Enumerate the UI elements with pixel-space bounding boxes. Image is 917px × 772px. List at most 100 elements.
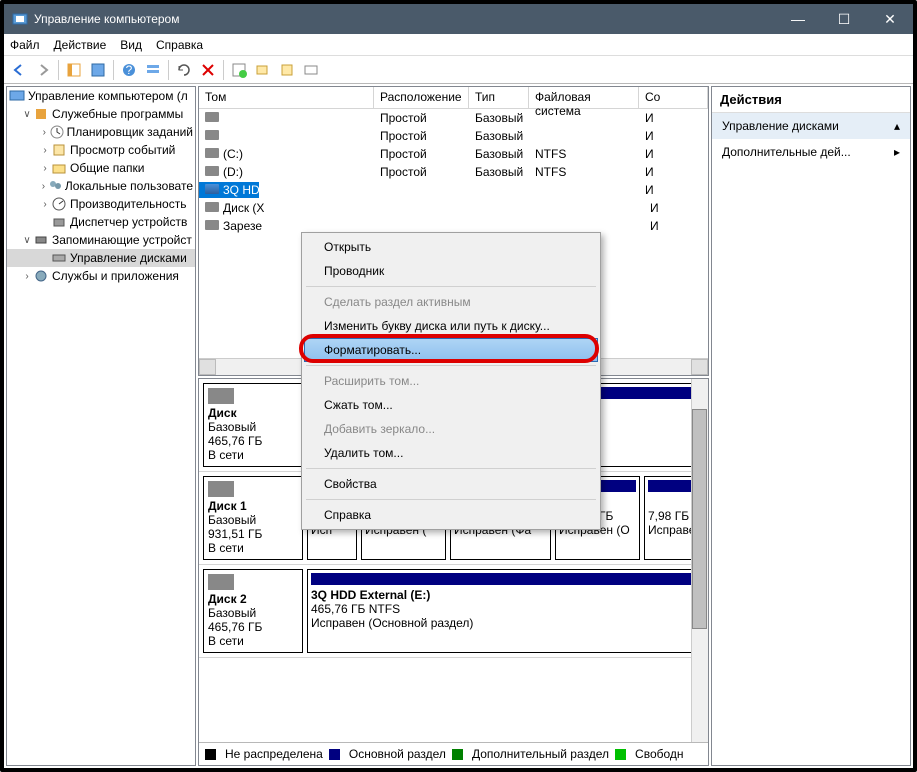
actions-header: Действия bbox=[712, 87, 910, 113]
window-controls: — ☐ ✕ bbox=[775, 4, 913, 34]
expand-icon[interactable]: › bbox=[39, 163, 51, 174]
actions-more[interactable]: Дополнительные дей... ▸ bbox=[712, 139, 910, 165]
cm-format[interactable]: Форматировать... bbox=[304, 338, 598, 362]
create-vol-button[interactable] bbox=[228, 59, 250, 81]
col-status[interactable]: Со bbox=[639, 87, 708, 108]
cm-properties[interactable]: Свойства bbox=[304, 472, 598, 496]
toolbar-separator bbox=[58, 60, 59, 80]
menu-separator bbox=[306, 499, 596, 500]
expand-icon[interactable]: › bbox=[39, 127, 50, 138]
view-button[interactable] bbox=[142, 59, 164, 81]
cm-delete[interactable]: Удалить том... bbox=[304, 441, 598, 465]
refresh-button[interactable] bbox=[173, 59, 195, 81]
tree-storage[interactable]: ∨ Запоминающие устройст bbox=[7, 231, 195, 249]
delete-button[interactable] bbox=[197, 59, 219, 81]
tree-system-tools[interactable]: ∨ Служебные программы bbox=[7, 105, 195, 123]
legend-extended: Дополнительный раздел bbox=[472, 747, 609, 761]
show-hide-button[interactable] bbox=[63, 59, 85, 81]
scroll-thumb[interactable] bbox=[692, 409, 707, 629]
col-layout[interactable]: Расположение bbox=[374, 87, 469, 108]
cm-change-letter[interactable]: Изменить букву диска или путь к диску... bbox=[304, 314, 598, 338]
minimize-button[interactable]: — bbox=[775, 4, 821, 34]
close-button[interactable]: ✕ bbox=[867, 4, 913, 34]
chevron-up-icon: ▴ bbox=[894, 119, 900, 133]
tree-label: Общие папки bbox=[70, 161, 144, 175]
actions-disk-mgmt[interactable]: Управление дисками ▴ bbox=[712, 113, 910, 139]
toolbar: ? bbox=[4, 56, 913, 84]
cm-extend: Расширить том... bbox=[304, 369, 598, 393]
menu-view[interactable]: Вид bbox=[120, 38, 142, 52]
users-icon bbox=[48, 178, 62, 194]
back-button[interactable] bbox=[8, 59, 30, 81]
properties-button[interactable] bbox=[87, 59, 109, 81]
tree-device-manager[interactable]: Диспетчер устройств bbox=[7, 213, 195, 231]
vertical-scrollbar[interactable] bbox=[691, 379, 708, 745]
help-button[interactable]: ? bbox=[118, 59, 140, 81]
expand-icon[interactable]: › bbox=[21, 271, 33, 282]
disk-label-2[interactable]: Диск 2 Базовый 465,76 ГБ В сети bbox=[203, 569, 303, 653]
settings-button[interactable] bbox=[300, 59, 322, 81]
tree-label: Управление дисками bbox=[70, 251, 187, 265]
disk-label-0[interactable]: Диск Базовый 465,76 ГБ В сети bbox=[203, 383, 303, 467]
disk-device-icon bbox=[208, 481, 234, 497]
volume-icon bbox=[205, 112, 219, 122]
menu-file[interactable]: Файл bbox=[10, 38, 40, 52]
col-type[interactable]: Тип bbox=[469, 87, 529, 108]
scroll-right-button[interactable] bbox=[691, 359, 708, 375]
actions-panel: Действия Управление дисками ▴ Дополнител… bbox=[711, 86, 911, 766]
cm-add-mirror: Добавить зеркало... bbox=[304, 417, 598, 441]
tree-local-users[interactable]: › Локальные пользовате bbox=[7, 177, 195, 195]
disk-row-2: Диск 2 Базовый 465,76 ГБ В сети 3Q HDD E… bbox=[199, 565, 708, 658]
device-icon bbox=[51, 214, 67, 230]
legend: Не распределена Основной раздел Дополнит… bbox=[199, 742, 708, 765]
scroll-left-button[interactable] bbox=[199, 359, 216, 375]
col-fs[interactable]: Файловая система bbox=[529, 87, 639, 108]
maximize-button[interactable]: ☐ bbox=[821, 4, 867, 34]
wizard-button[interactable] bbox=[252, 59, 274, 81]
tree-shared-folders[interactable]: › Общие папки bbox=[7, 159, 195, 177]
tree-performance[interactable]: › Производительность bbox=[7, 195, 195, 213]
tree-root[interactable]: Управление компьютером (л bbox=[7, 87, 195, 105]
cm-make-active: Сделать раздел активным bbox=[304, 290, 598, 314]
storage-icon bbox=[33, 232, 49, 248]
volume-row[interactable]: Простой Базовый И bbox=[199, 127, 708, 145]
volume-row[interactable]: Диск (X И bbox=[199, 199, 708, 217]
collapse-icon[interactable]: ∨ bbox=[21, 109, 33, 120]
tree-label: Планировщик заданий bbox=[67, 125, 193, 139]
cm-shrink[interactable]: Сжать том... bbox=[304, 393, 598, 417]
toolbar-separator bbox=[223, 60, 224, 80]
collapse-icon[interactable]: ∨ bbox=[21, 235, 33, 246]
clock-icon bbox=[50, 124, 64, 140]
chevron-right-icon: ▸ bbox=[894, 145, 900, 159]
col-volume[interactable]: Том bbox=[199, 87, 374, 108]
attach-button[interactable] bbox=[276, 59, 298, 81]
disk-label-1[interactable]: Диск 1 Базовый 931,51 ГБ В сети bbox=[203, 476, 303, 560]
forward-button[interactable] bbox=[32, 59, 54, 81]
tree-services-apps[interactable]: › Службы и приложения bbox=[7, 267, 195, 285]
titlebar[interactable]: Управление компьютером — ☐ ✕ bbox=[4, 4, 913, 34]
app-icon bbox=[12, 11, 28, 27]
expand-icon[interactable]: › bbox=[39, 145, 51, 156]
volume-row[interactable]: Простой Базовый И bbox=[199, 109, 708, 127]
partition-selected[interactable]: 3Q HDD External (E:) 465,76 ГБ NTFS Испр… bbox=[307, 569, 704, 653]
tree-event-viewer[interactable]: › Просмотр событий bbox=[7, 141, 195, 159]
tree-label: Просмотр событий bbox=[70, 143, 175, 157]
volume-row[interactable]: (D:) Простой Базовый NTFS И bbox=[199, 163, 708, 181]
cm-open[interactable]: Открыть bbox=[304, 235, 598, 259]
tree-label: Службы и приложения bbox=[52, 269, 179, 283]
tree-disk-management[interactable]: Управление дисками bbox=[7, 249, 195, 267]
cm-help[interactable]: Справка bbox=[304, 503, 598, 527]
disk-icon bbox=[51, 250, 67, 266]
menu-help[interactable]: Справка bbox=[156, 38, 203, 52]
volume-row[interactable]: (C:) Простой Базовый NTFS И bbox=[199, 145, 708, 163]
volume-icon bbox=[205, 148, 219, 158]
cm-explorer[interactable]: Проводник bbox=[304, 259, 598, 283]
expand-icon[interactable]: › bbox=[39, 199, 51, 210]
volume-row-selected[interactable]: 3Q HDD И bbox=[199, 181, 708, 199]
window-title: Управление компьютером bbox=[34, 12, 775, 26]
volume-icon bbox=[205, 166, 219, 176]
expand-icon[interactable]: › bbox=[39, 181, 48, 192]
tree-task-scheduler[interactable]: › Планировщик заданий bbox=[7, 123, 195, 141]
disk-device-icon bbox=[208, 388, 234, 404]
menu-action[interactable]: Действие bbox=[54, 38, 107, 52]
